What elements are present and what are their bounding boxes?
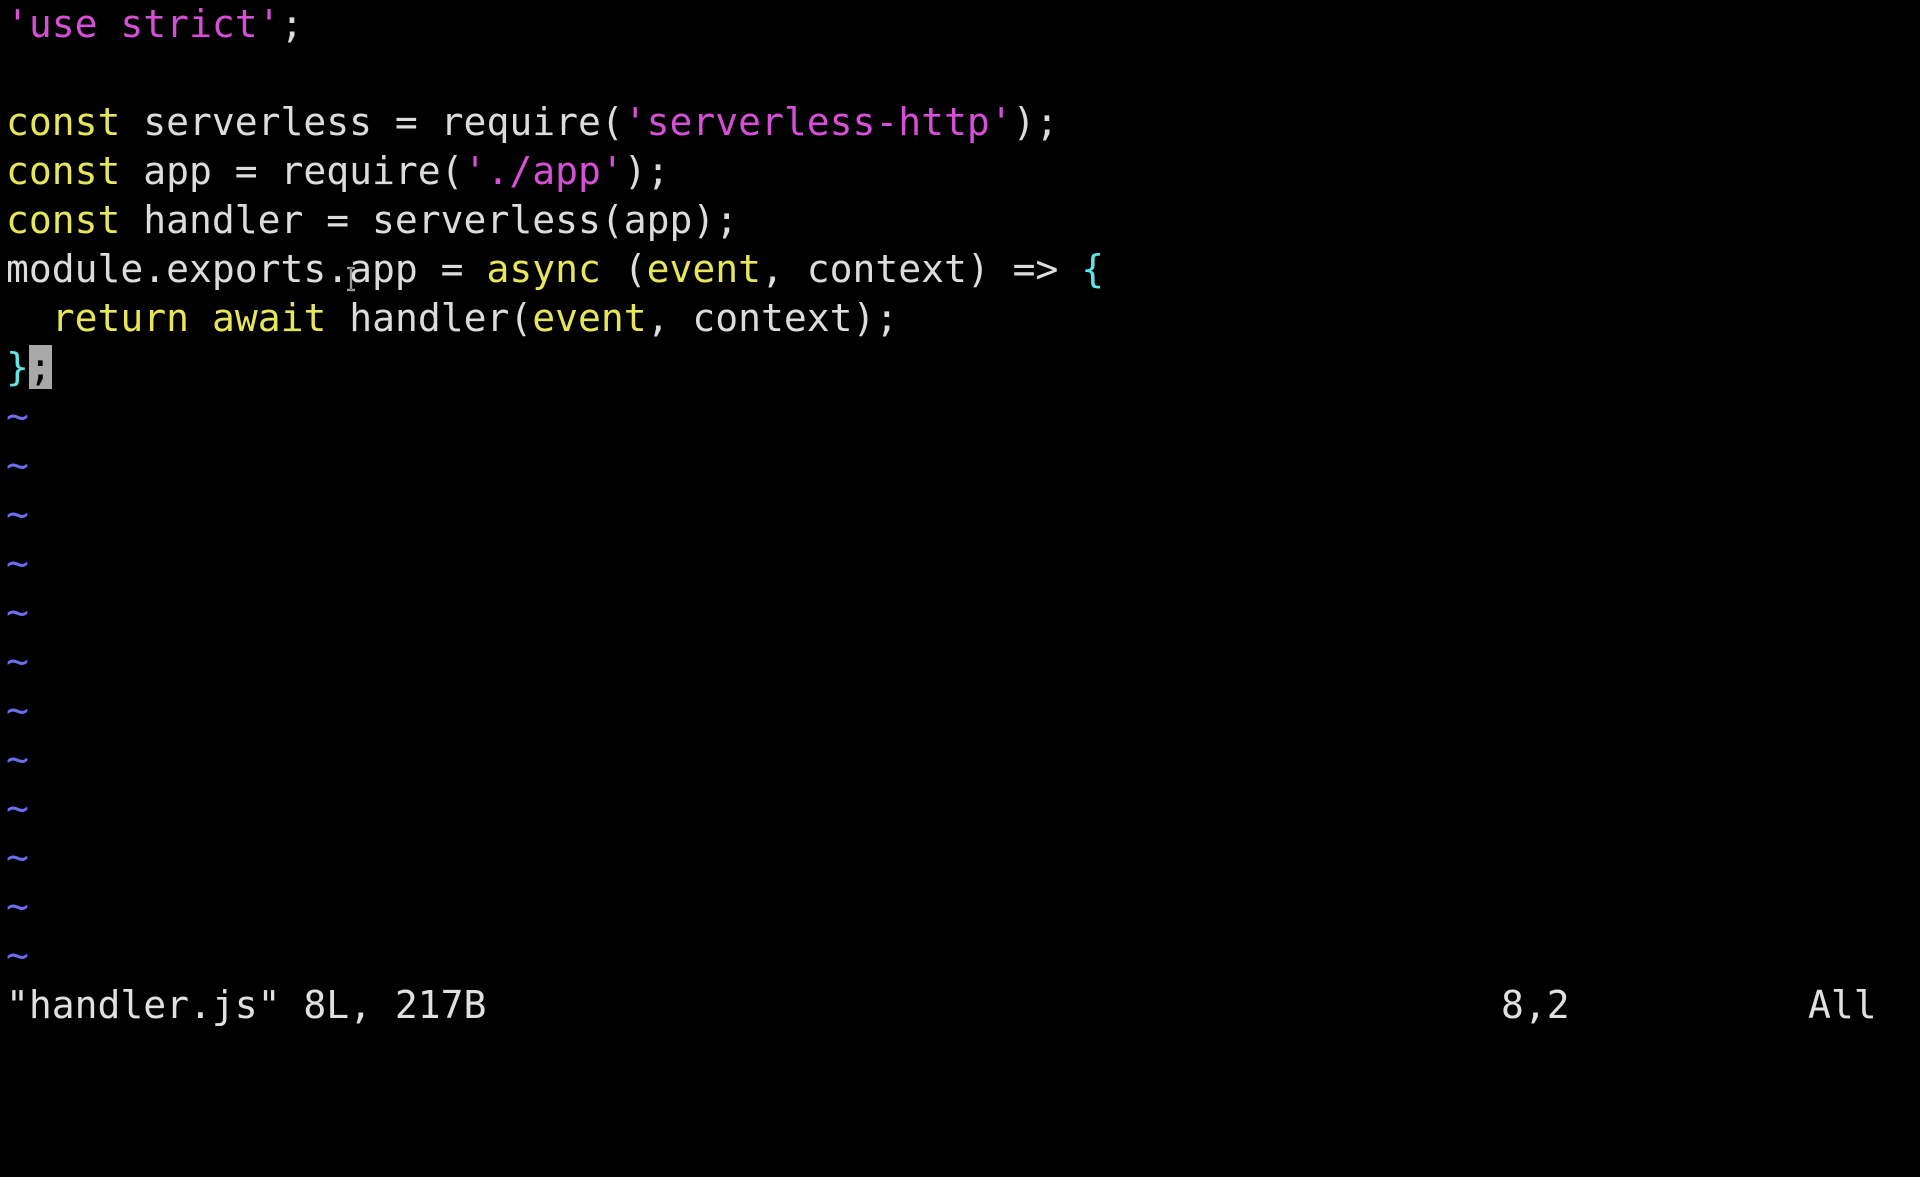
code-token: './app' <box>463 149 624 193</box>
empty-line-marker: ~ <box>6 737 29 781</box>
empty-line-marker: ~ <box>6 443 29 487</box>
empty-line-marker: ~ <box>6 688 29 732</box>
code-token: ); <box>1012 100 1059 144</box>
empty-line-marker: ~ <box>6 541 29 585</box>
status-line: "handler.js" 8L, 217B 8,2 All <box>6 981 1906 1030</box>
cursor-position: 8,2 <box>1501 983 1570 1027</box>
code-line[interactable]: 'use strict'; <box>6 0 1906 49</box>
code-token: handler = serverless(app); <box>120 198 739 242</box>
code-token: app = require( <box>120 149 464 193</box>
text-cursor-icon <box>347 266 355 292</box>
code-token: ); <box>623 149 670 193</box>
empty-line-marker: ~ <box>6 884 29 928</box>
code-token: 'use strict' <box>6 2 281 46</box>
code-token: const <box>6 100 121 144</box>
empty-line-marker: ~ <box>6 492 29 536</box>
code-line[interactable] <box>6 49 1906 98</box>
code-token: { <box>1081 247 1105 291</box>
code-line[interactable]: const app = require('./app'); <box>6 147 1906 196</box>
code-token: 'serverless-http' <box>623 100 1013 144</box>
code-token: event <box>532 296 647 340</box>
code-token: const <box>6 198 121 242</box>
empty-line-marker: ~ <box>6 394 29 438</box>
code-line[interactable]: return await handler(event, context); <box>6 294 1906 343</box>
file-info: "handler.js" 8L, 217B <box>6 983 487 1027</box>
code-token: event <box>646 247 761 291</box>
code-token: await <box>211 296 327 340</box>
code-token: ( <box>600 247 647 291</box>
empty-line-marker: ~ <box>6 835 29 879</box>
code-line[interactable]: module.exports.app = async (event, conte… <box>6 245 1906 294</box>
code-token: handler( <box>326 296 533 340</box>
editor-cursor: ; <box>28 345 52 389</box>
code-token: , context); <box>646 296 899 340</box>
empty-line-marker: ~ <box>6 590 29 634</box>
code-line[interactable]: }; <box>6 343 1906 392</box>
code-token: const <box>6 149 121 193</box>
empty-line-marker: ~ <box>6 639 29 683</box>
empty-line-marker: ~ <box>6 933 29 977</box>
code-token: module.exports.app = <box>6 247 487 291</box>
code-token: } <box>6 345 29 389</box>
editor-buffer[interactable]: 'use strict'; const serverless = require(… <box>6 0 1906 980</box>
code-line[interactable]: const handler = serverless(app); <box>6 196 1906 245</box>
code-token: ; <box>280 2 304 46</box>
code-token: serverless = require( <box>120 100 624 144</box>
scroll-indicator: All <box>1808 983 1877 1027</box>
code-token: return <box>51 296 190 340</box>
code-token: async <box>486 247 601 291</box>
code-token: , context) => <box>760 247 1082 291</box>
empty-line-marker: ~ <box>6 786 29 830</box>
code-line[interactable]: const serverless = require('serverless-h… <box>6 98 1906 147</box>
